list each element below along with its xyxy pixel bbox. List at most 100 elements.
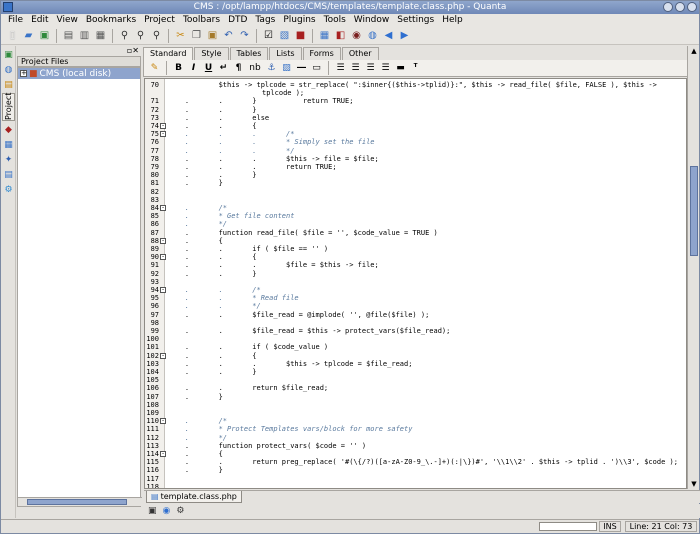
save-icon[interactable]: ▤ bbox=[61, 28, 76, 43]
scroll-thumb[interactable] bbox=[690, 166, 698, 256]
fold-marker-icon[interactable]: - bbox=[160, 418, 166, 425]
checkbox-icon[interactable]: ☑ bbox=[261, 28, 276, 43]
code-line[interactable]: 85 . * Get file content bbox=[145, 212, 686, 220]
undo-icon[interactable]: ↶ bbox=[221, 28, 236, 43]
quick-start-icon[interactable]: ✎ bbox=[148, 62, 161, 75]
table-icon[interactable]: ▦ bbox=[317, 28, 332, 43]
underline-button[interactable]: U bbox=[202, 62, 215, 75]
menu-plugins[interactable]: Plugins bbox=[279, 14, 319, 27]
code-line[interactable]: 115 . . return preg_replace( '#(\{/?)([a… bbox=[145, 458, 686, 466]
cut-icon[interactable]: ✂ bbox=[173, 28, 188, 43]
code-line[interactable]: 109 bbox=[145, 409, 686, 417]
view-icon[interactable]: ◉ bbox=[349, 28, 364, 43]
fold-marker-icon[interactable]: - bbox=[160, 451, 166, 457]
code-line[interactable]: 86 . */ bbox=[145, 220, 686, 228]
code-line[interactable]: 95 . . * Read file bbox=[145, 294, 686, 302]
new-file-icon[interactable]: ▯ bbox=[5, 28, 20, 43]
tab-other[interactable]: Other bbox=[341, 47, 379, 60]
code-line[interactable]: 84- . /* bbox=[145, 204, 686, 212]
tab-tables[interactable]: Tables bbox=[229, 47, 269, 60]
italic-button[interactable]: I bbox=[187, 62, 200, 75]
back-icon[interactable]: ◀ bbox=[381, 28, 396, 43]
copy-icon[interactable]: ❐ bbox=[189, 28, 204, 43]
menu-toolbars[interactable]: Toolbars bbox=[179, 14, 224, 27]
code-line[interactable]: 89 . . if ( $file == '' ) bbox=[145, 245, 686, 253]
panel-close-icon[interactable]: ✕ bbox=[132, 46, 139, 56]
find-icon[interactable]: ⚲ bbox=[117, 28, 132, 43]
title-bar[interactable]: CMS : /opt/lampp/htdocs/CMS/templates/te… bbox=[1, 1, 699, 14]
image-insert-icon[interactable]: ▨ bbox=[280, 62, 293, 75]
settings-tab-icon[interactable]: ⚙ bbox=[2, 183, 15, 196]
menu-dtd[interactable]: DTD bbox=[224, 14, 251, 27]
code-line[interactable]: 92 . . } bbox=[145, 270, 686, 278]
bold-button[interactable]: B bbox=[172, 62, 185, 75]
anchor-icon[interactable]: ⚓ bbox=[265, 62, 278, 75]
code-line[interactable]: 118 bbox=[145, 483, 686, 488]
fold-marker-icon[interactable]: - bbox=[160, 287, 166, 293]
tree-item-cms[interactable]: + ■ CMS (local disk) bbox=[18, 68, 140, 79]
code-line[interactable]: 90- . . { bbox=[145, 253, 686, 261]
menu-settings[interactable]: Settings bbox=[393, 14, 438, 27]
app-icon[interactable] bbox=[3, 2, 13, 12]
menu-file[interactable]: File bbox=[4, 14, 27, 27]
menu-tags[interactable]: Tags bbox=[251, 14, 279, 27]
code-editor[interactable]: 70 $this -> tplcode = str_replace( ":$in… bbox=[144, 78, 687, 489]
menu-window[interactable]: Window bbox=[350, 14, 394, 27]
info-tab-icon[interactable]: ▤ bbox=[2, 168, 15, 181]
fold-marker-icon[interactable]: - bbox=[160, 352, 166, 359]
code-line[interactable]: 88- . { bbox=[145, 237, 686, 245]
scroll-down-icon[interactable]: ▼ bbox=[689, 479, 699, 489]
line-break-icon[interactable]: ↵ bbox=[217, 62, 230, 75]
annotations-icon[interactable]: ⚙ bbox=[176, 506, 184, 516]
code-line[interactable]: 78 . . . $this -> file = $file; bbox=[145, 155, 686, 163]
code-line[interactable]: 80 . . } bbox=[145, 171, 686, 179]
code-line[interactable]: 94- . . /* bbox=[145, 286, 686, 294]
code-line[interactable]: 93 bbox=[145, 278, 686, 286]
fold-marker-icon[interactable]: - bbox=[160, 123, 166, 129]
code-line[interactable]: 102- . . { bbox=[145, 352, 686, 360]
align-right-icon[interactable]: ☰ bbox=[364, 62, 377, 75]
code-line[interactable]: 117 bbox=[145, 475, 686, 483]
attributes-tab-icon[interactable]: ✦ bbox=[2, 153, 15, 166]
menu-tools[interactable]: Tools bbox=[320, 14, 350, 27]
problems-icon[interactable]: ◉ bbox=[163, 506, 171, 516]
scripts-tab-icon[interactable]: ◆ bbox=[2, 123, 15, 136]
paste-icon[interactable]: ▣ bbox=[205, 28, 220, 43]
comment-icon[interactable]: ▭ bbox=[310, 62, 323, 75]
world-icon[interactable]: ◍ bbox=[365, 28, 380, 43]
scroll-up-icon[interactable]: ▲ bbox=[689, 46, 699, 56]
maximize-icon[interactable] bbox=[675, 2, 685, 12]
code-line[interactable]: 81 . } bbox=[145, 179, 686, 187]
zoom-icon[interactable]: ⚲ bbox=[149, 28, 164, 43]
code-line[interactable]: 105 bbox=[145, 376, 686, 384]
image-icon[interactable]: ◧ bbox=[333, 28, 348, 43]
templates-tab-icon[interactable]: ◍ bbox=[2, 63, 15, 76]
paragraph-icon[interactable]: ¶ bbox=[232, 62, 245, 75]
code-line[interactable]: 108 bbox=[145, 401, 686, 409]
code-line[interactable]: 74- . . { bbox=[145, 122, 686, 130]
project-tab[interactable]: Project bbox=[2, 93, 15, 121]
project-tree[interactable]: + ■ CMS (local disk) bbox=[17, 67, 142, 507]
minimize-icon[interactable] bbox=[663, 2, 673, 12]
print-icon[interactable]: ▦ bbox=[93, 28, 108, 43]
code-line[interactable]: 114- . { bbox=[145, 450, 686, 458]
code-line[interactable]: 111 . * Protect Templates vars/block for… bbox=[145, 425, 686, 433]
code-line[interactable]: 91 . . . $file = $this -> file; bbox=[145, 261, 686, 269]
messages-icon[interactable]: ▣ bbox=[148, 506, 157, 516]
code-line[interactable]: 100 bbox=[145, 335, 686, 343]
code-line[interactable]: 97 . . $file_read = @implode( '', @file(… bbox=[145, 311, 686, 319]
tree-horizontal-scrollbar[interactable] bbox=[18, 497, 142, 506]
code-line[interactable]: 104 . . } bbox=[145, 368, 686, 376]
preview-icon[interactable]: ▧ bbox=[277, 28, 292, 43]
code-line[interactable]: 106 . . return $file_read; bbox=[145, 384, 686, 392]
nbsp-button[interactable]: nb bbox=[247, 62, 263, 75]
align-center-icon[interactable]: ☰ bbox=[349, 62, 362, 75]
menu-edit[interactable]: Edit bbox=[27, 14, 52, 27]
redo-icon[interactable]: ↷ bbox=[237, 28, 252, 43]
code-line[interactable]: 98 bbox=[145, 319, 686, 327]
code-line[interactable]: 77 . . . */ bbox=[145, 147, 686, 155]
documentation-tab-icon[interactable]: ▤ bbox=[2, 78, 15, 91]
open-file-icon[interactable]: ▰ bbox=[21, 28, 36, 43]
align-left-icon[interactable]: ☰ bbox=[334, 62, 347, 75]
editor-vertical-scrollbar[interactable]: ▲ ▼ bbox=[687, 46, 699, 489]
